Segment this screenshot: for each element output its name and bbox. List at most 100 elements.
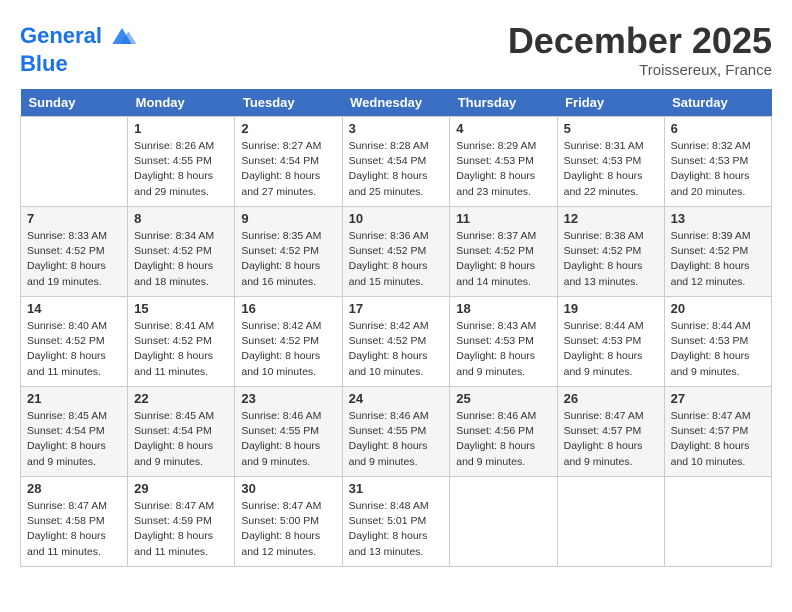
day-number: 18 <box>456 301 550 316</box>
day-number: 13 <box>671 211 765 226</box>
day-info: Sunrise: 8:47 AMSunset: 4:59 PMDaylight:… <box>134 499 228 560</box>
day-number: 2 <box>241 121 335 136</box>
day-cell <box>557 477 664 567</box>
week-row-4: 21 Sunrise: 8:45 AMSunset: 4:54 PMDayligh… <box>21 387 772 477</box>
day-number: 9 <box>241 211 335 226</box>
day-header-wednesday: Wednesday <box>342 89 450 117</box>
day-number: 29 <box>134 481 228 496</box>
week-row-1: 1 Sunrise: 8:26 AMSunset: 4:55 PMDaylight… <box>21 117 772 207</box>
day-cell: 24Sunrise: 8:46 AMSunset: 4:55 PMDayligh… <box>342 387 450 477</box>
day-info: Sunrise: 8:32 AMSunset: 4:53 PMDaylight:… <box>671 139 765 200</box>
day-cell: 25 Sunrise: 8:46 AMSunset: 4:56 PMDayligh… <box>450 387 557 477</box>
day-number: 24 <box>349 391 444 406</box>
day-cell: 19 Sunrise: 8:44 AMSunset: 4:53 PMDayligh… <box>557 297 664 387</box>
day-cell: 21 Sunrise: 8:45 AMSunset: 4:54 PMDayligh… <box>21 387 128 477</box>
day-cell: 18Sunrise: 8:43 AMSunset: 4:53 PMDayligh… <box>450 297 557 387</box>
day-info: Sunrise: 8:36 AMSunset: 4:52 PMDaylight:… <box>349 229 444 290</box>
day-number: 30 <box>241 481 335 496</box>
day-cell: 9 Sunrise: 8:35 AMSunset: 4:52 PMDaylight… <box>235 207 342 297</box>
day-info: Sunrise: 8:29 AMSunset: 4:53 PMDaylight:… <box>456 139 550 200</box>
day-header-saturday: Saturday <box>664 89 771 117</box>
day-cell: 23 Sunrise: 8:46 AMSunset: 4:55 PMDayligh… <box>235 387 342 477</box>
day-info: Sunrise: 8:45 AMSunset: 4:54 PMDaylight:… <box>27 409 121 470</box>
day-number: 4 <box>456 121 550 136</box>
location: Troissereux, France <box>508 62 772 79</box>
day-info: Sunrise: 8:46 AMSunset: 4:56 PMDaylight:… <box>456 409 550 470</box>
day-number: 21 <box>27 391 121 406</box>
day-number: 31 <box>349 481 444 496</box>
day-number: 15 <box>134 301 228 316</box>
day-cell: 3 Sunrise: 8:28 AMSunset: 4:54 PMDaylight… <box>342 117 450 207</box>
day-info: Sunrise: 8:40 AMSunset: 4:52 PMDaylight:… <box>27 319 121 380</box>
day-number: 19 <box>564 301 658 316</box>
day-info: Sunrise: 8:45 AMSunset: 4:54 PMDaylight:… <box>134 409 228 470</box>
day-cell: 27 Sunrise: 8:47 AMSunset: 4:57 PMDayligh… <box>664 387 771 477</box>
day-info: Sunrise: 8:44 AMSunset: 4:53 PMDaylight:… <box>564 319 658 380</box>
day-number: 26 <box>564 391 658 406</box>
day-number: 5 <box>564 121 658 136</box>
title-block: December 2025 Troissereux, France <box>508 20 772 79</box>
calendar-table: SundayMondayTuesdayWednesdayThursdayFrid… <box>20 89 772 567</box>
day-cell: 5 Sunrise: 8:31 AMSunset: 4:53 PMDaylight… <box>557 117 664 207</box>
day-info: Sunrise: 8:31 AMSunset: 4:53 PMDaylight:… <box>564 139 658 200</box>
day-cell: 6Sunrise: 8:32 AMSunset: 4:53 PMDaylight… <box>664 117 771 207</box>
day-info: Sunrise: 8:39 AMSunset: 4:52 PMDaylight:… <box>671 229 765 290</box>
day-cell: 10Sunrise: 8:36 AMSunset: 4:52 PMDayligh… <box>342 207 450 297</box>
day-info: Sunrise: 8:35 AMSunset: 4:52 PMDaylight:… <box>241 229 335 290</box>
day-info: Sunrise: 8:41 AMSunset: 4:52 PMDaylight:… <box>134 319 228 380</box>
day-header-thursday: Thursday <box>450 89 557 117</box>
day-info: Sunrise: 8:28 AMSunset: 4:54 PMDaylight:… <box>349 139 444 200</box>
day-info: Sunrise: 8:34 AMSunset: 4:52 PMDaylight:… <box>134 229 228 290</box>
day-cell: 15 Sunrise: 8:41 AMSunset: 4:52 PMDayligh… <box>128 297 235 387</box>
day-cell: 26 Sunrise: 8:47 AMSunset: 4:57 PMDayligh… <box>557 387 664 477</box>
day-number: 17 <box>349 301 444 316</box>
logo: General Blue <box>20 20 138 76</box>
day-info: Sunrise: 8:26 AMSunset: 4:55 PMDaylight:… <box>134 139 228 200</box>
day-info: Sunrise: 8:46 AMSunset: 4:55 PMDaylight:… <box>241 409 335 470</box>
day-number: 16 <box>241 301 335 316</box>
day-number: 28 <box>27 481 121 496</box>
day-cell: 11Sunrise: 8:37 AMSunset: 4:52 PMDayligh… <box>450 207 557 297</box>
day-info: Sunrise: 8:47 AMSunset: 4:57 PMDaylight:… <box>671 409 765 470</box>
day-info: Sunrise: 8:37 AMSunset: 4:52 PMDaylight:… <box>456 229 550 290</box>
day-number: 7 <box>27 211 121 226</box>
day-number: 14 <box>27 301 121 316</box>
day-info: Sunrise: 8:47 AMSunset: 5:00 PMDaylight:… <box>241 499 335 560</box>
day-header-tuesday: Tuesday <box>235 89 342 117</box>
day-cell: 12 Sunrise: 8:38 AMSunset: 4:52 PMDayligh… <box>557 207 664 297</box>
calendar-header-row: SundayMondayTuesdayWednesdayThursdayFrid… <box>21 89 772 117</box>
day-number: 27 <box>671 391 765 406</box>
day-cell: 17 Sunrise: 8:42 AMSunset: 4:52 PMDayligh… <box>342 297 450 387</box>
day-cell: 8 Sunrise: 8:34 AMSunset: 4:52 PMDaylight… <box>128 207 235 297</box>
day-number: 3 <box>349 121 444 136</box>
month-title: December 2025 <box>508 20 772 62</box>
logo-blue: Blue <box>20 52 138 76</box>
day-info: Sunrise: 8:42 AMSunset: 4:52 PMDaylight:… <box>349 319 444 380</box>
logo-icon <box>106 20 138 52</box>
day-info: Sunrise: 8:38 AMSunset: 4:52 PMDaylight:… <box>564 229 658 290</box>
day-info: Sunrise: 8:44 AMSunset: 4:53 PMDaylight:… <box>671 319 765 380</box>
day-cell: 2Sunrise: 8:27 AMSunset: 4:54 PMDaylight… <box>235 117 342 207</box>
day-header-monday: Monday <box>128 89 235 117</box>
day-number: 12 <box>564 211 658 226</box>
day-number: 8 <box>134 211 228 226</box>
day-info: Sunrise: 8:47 AMSunset: 4:57 PMDaylight:… <box>564 409 658 470</box>
day-info: Sunrise: 8:42 AMSunset: 4:52 PMDaylight:… <box>241 319 335 380</box>
day-cell: 31 Sunrise: 8:48 AMSunset: 5:01 PMDayligh… <box>342 477 450 567</box>
day-info: Sunrise: 8:33 AMSunset: 4:52 PMDaylight:… <box>27 229 121 290</box>
day-number: 25 <box>456 391 550 406</box>
page-header: General Blue December 2025 Troissereux, … <box>20 20 772 79</box>
day-cell <box>450 477 557 567</box>
day-number: 1 <box>134 121 228 136</box>
day-number: 23 <box>241 391 335 406</box>
day-cell: 30 Sunrise: 8:47 AMSunset: 5:00 PMDayligh… <box>235 477 342 567</box>
day-cell <box>664 477 771 567</box>
day-cell: 13 Sunrise: 8:39 AMSunset: 4:52 PMDayligh… <box>664 207 771 297</box>
day-info: Sunrise: 8:48 AMSunset: 5:01 PMDaylight:… <box>349 499 444 560</box>
logo-general: General <box>20 23 102 48</box>
day-cell: 22Sunrise: 8:45 AMSunset: 4:54 PMDayligh… <box>128 387 235 477</box>
day-cell: 14 Sunrise: 8:40 AMSunset: 4:52 PMDayligh… <box>21 297 128 387</box>
day-cell: 4 Sunrise: 8:29 AMSunset: 4:53 PMDaylight… <box>450 117 557 207</box>
day-cell: 29 Sunrise: 8:47 AMSunset: 4:59 PMDayligh… <box>128 477 235 567</box>
week-row-2: 7 Sunrise: 8:33 AMSunset: 4:52 PMDaylight… <box>21 207 772 297</box>
